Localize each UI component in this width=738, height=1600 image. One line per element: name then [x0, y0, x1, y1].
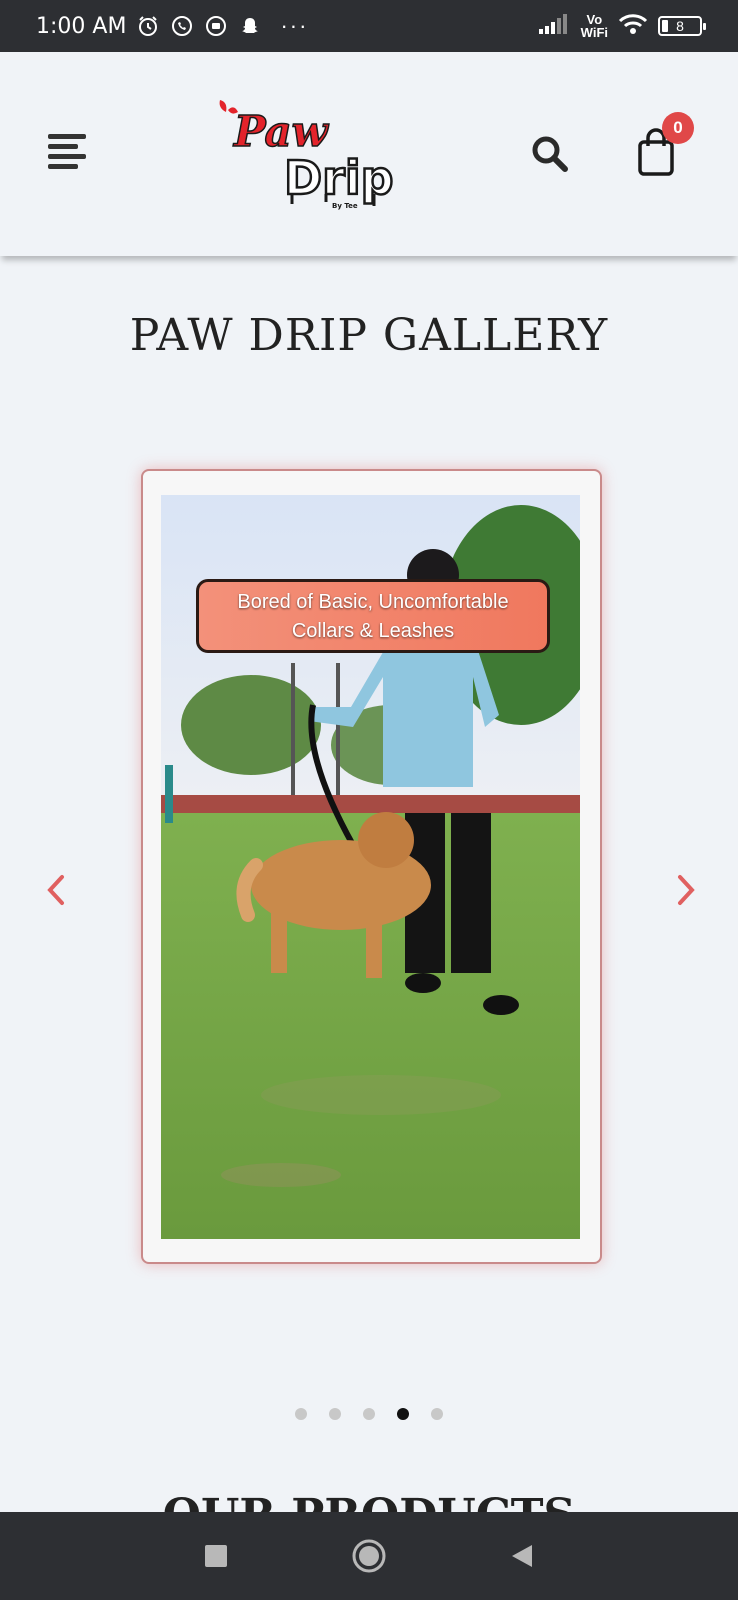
- battery-icon: 8: [658, 16, 706, 36]
- system-indicators: Vo WiFi 8: [538, 13, 706, 40]
- snapchat-icon: [238, 14, 262, 38]
- vowifi-indicator: Vo WiFi: [581, 13, 608, 39]
- status-bar: 1:00 AM ··· Vo WiFi 8: [0, 0, 738, 52]
- recents-button[interactable]: [196, 1536, 236, 1576]
- menu-button[interactable]: [48, 134, 88, 172]
- slide-dot[interactable]: [329, 1408, 341, 1420]
- status-time: 1:00 AM: [36, 13, 127, 39]
- slide-dot[interactable]: [363, 1408, 375, 1420]
- logo-word-drip: Drip: [284, 151, 394, 205]
- search-icon: [532, 136, 568, 172]
- whatsapp-icon: [170, 14, 194, 38]
- app-icon: [204, 14, 228, 38]
- circle-home-icon: [352, 1539, 386, 1573]
- cart-count-badge: 0: [662, 112, 694, 144]
- chevron-right-icon: [678, 875, 695, 905]
- logo-subtext: By Tee: [332, 202, 358, 210]
- back-button[interactable]: [502, 1536, 542, 1576]
- gallery-slide[interactable]: Bored of Basic, Uncomfortable Collars & …: [141, 469, 602, 1264]
- battery-level: 8: [676, 18, 684, 34]
- chevron-left-icon: [47, 875, 64, 905]
- slide-photo: Bored of Basic, Uncomfortable Collars & …: [161, 495, 580, 1239]
- square-icon: [205, 1545, 228, 1567]
- slide-indicators: [295, 1408, 443, 1420]
- gallery-title: PAW DRIP GALLERY: [129, 310, 609, 361]
- system-nav-bar: [0, 1512, 738, 1600]
- triangle-back-icon: [511, 1545, 532, 1567]
- wifi-icon: [618, 13, 648, 40]
- wifi-label: WiFi: [580, 25, 608, 40]
- alarm-icon: [136, 14, 160, 38]
- slide-dot[interactable]: [295, 1408, 307, 1420]
- slide-dot[interactable]: [431, 1408, 443, 1420]
- caption-line-1: Bored of Basic, Uncomfortable: [237, 591, 509, 613]
- home-button[interactable]: [349, 1536, 389, 1576]
- more-notifications-icon: ···: [280, 13, 309, 38]
- slide-dot-active[interactable]: [397, 1408, 409, 1420]
- caption-line-2: Collars & Leashes: [291, 620, 455, 642]
- paw-drip-logo[interactable]: Paw Drip By Tee: [214, 96, 404, 212]
- next-slide-button[interactable]: [666, 868, 706, 912]
- site-header: Paw Drip By Tee: [0, 52, 738, 256]
- previous-slide-button[interactable]: [36, 868, 76, 912]
- notification-icons: [136, 14, 262, 38]
- signal-icon: [538, 13, 571, 39]
- products-title: OUR PRODUCTS: [0, 1480, 738, 1512]
- slide-caption: Bored of Basic, Uncomfortable Collars & …: [196, 579, 550, 653]
- search-button[interactable]: [530, 134, 570, 174]
- logo-word-paw: Paw: [233, 107, 330, 156]
